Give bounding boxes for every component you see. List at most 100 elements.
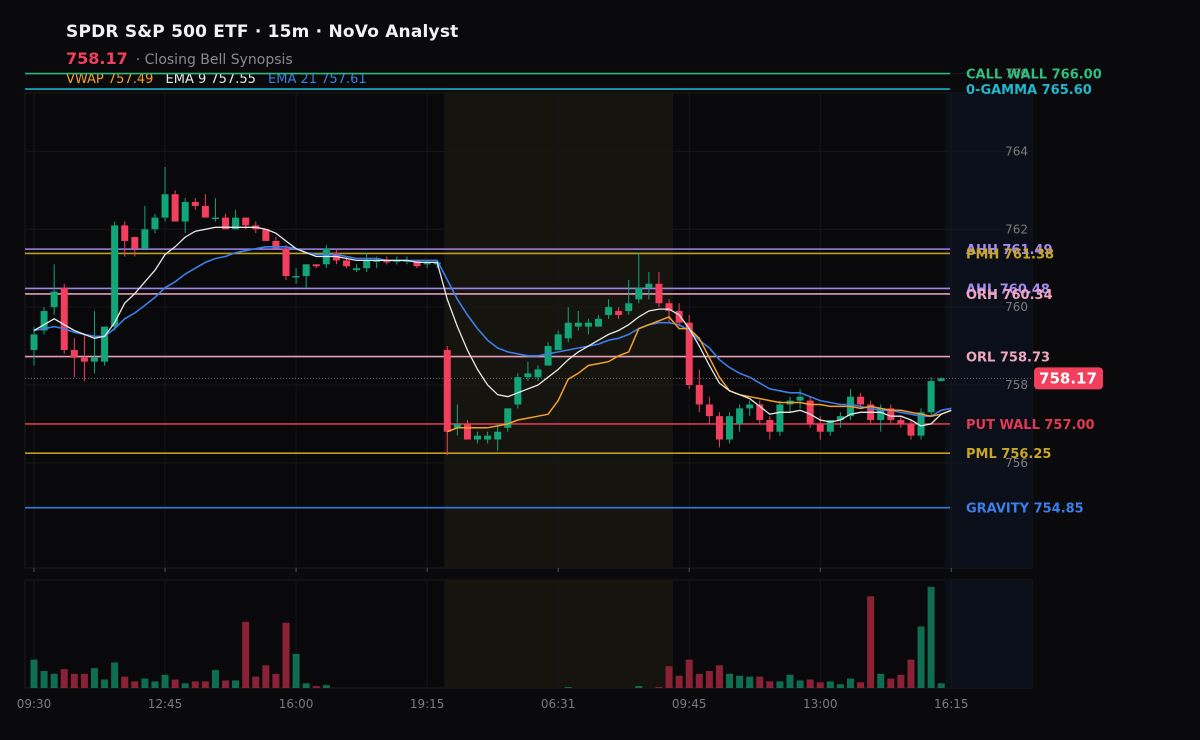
candle-body [292, 275, 300, 278]
x-tick-label: 06:31 [541, 697, 576, 711]
volume-bar [705, 670, 713, 688]
candle-body [544, 346, 552, 366]
candle-body [70, 349, 78, 358]
volume-bar [262, 665, 270, 688]
volume-bar [40, 670, 48, 688]
candle-body [211, 217, 219, 220]
candle-body [594, 318, 602, 327]
level-label: ORL 758.73 [966, 351, 1050, 366]
volume-bar [776, 681, 784, 688]
candle-body [524, 373, 532, 378]
candle-body [141, 229, 149, 249]
volume-bar [272, 673, 280, 688]
volume-bar [90, 668, 98, 688]
volume-bar [151, 681, 159, 688]
candle-body [796, 396, 804, 401]
candle-body [615, 311, 623, 315]
candle-body [514, 377, 522, 405]
volume-bar [191, 681, 199, 688]
candle-body [605, 307, 613, 315]
candle-body [463, 423, 471, 440]
volume-bar [726, 673, 734, 688]
x-tick-label: 12:45 [148, 697, 183, 711]
level-label: PUT WALL 757.00 [966, 418, 1095, 433]
candle-body [564, 322, 572, 339]
candle-body [736, 408, 744, 424]
volume-bar [141, 678, 149, 688]
volume-bar [222, 680, 230, 688]
volume-bar [111, 662, 119, 688]
volume-bar [121, 676, 129, 688]
candle-body [907, 423, 915, 436]
volume-bar [50, 673, 58, 688]
candle-body [484, 435, 492, 440]
candle-body [695, 385, 703, 405]
candle-body [635, 287, 643, 300]
candle-body [111, 225, 119, 327]
volume-bar [685, 659, 693, 688]
volume-bar [746, 676, 754, 688]
candle-body [171, 194, 179, 222]
volume-bar [252, 676, 260, 688]
candle-body [645, 283, 653, 288]
candle-body [50, 291, 58, 308]
volume-bar [211, 670, 219, 688]
candle-body [474, 435, 482, 440]
future-zone [945, 93, 1032, 568]
candle-body [726, 416, 734, 440]
candle-body [131, 237, 139, 249]
volume-bar [897, 674, 905, 688]
volume-bar [766, 681, 774, 688]
price-tag-label: 758.17 [1039, 369, 1097, 387]
candle-body [494, 431, 502, 440]
y-tick-label: 762 [1005, 222, 1028, 236]
candle-body [857, 396, 865, 405]
candle-body [584, 322, 592, 327]
candle-body [282, 248, 290, 276]
candle-body [937, 378, 945, 382]
volume-bar [736, 675, 744, 688]
volume-bar [101, 679, 109, 688]
x-tick-label: 13:00 [803, 697, 838, 711]
candle-body [534, 369, 542, 378]
level-label: PMH 761.38 [966, 247, 1054, 262]
candle-body [151, 217, 159, 230]
volume-bar [60, 669, 68, 688]
price-chart[interactable]: 75675876076276476609:30 12:45 16:00 19:15 06… [0, 0, 1200, 740]
candle-body [766, 420, 774, 432]
volume-bar [857, 682, 865, 688]
level-label: CALL WALL 766.00 [966, 68, 1102, 83]
volume-bar [655, 687, 663, 688]
candle-body [191, 202, 199, 206]
candle-body [353, 268, 361, 271]
candle-body [161, 194, 169, 218]
level-label: PML 756.25 [966, 447, 1051, 462]
volume-bar [887, 678, 895, 688]
volume-bar [806, 679, 814, 688]
x-tick-label: 09:30 [17, 697, 52, 711]
volume-bar [927, 586, 935, 688]
candle-body [655, 283, 663, 304]
candle-body [363, 260, 371, 269]
x-tick-label: 16:15 [934, 697, 969, 711]
candle-body [181, 202, 189, 222]
candle-body [302, 264, 310, 276]
volume-bar [161, 674, 169, 688]
candle-body [715, 416, 723, 440]
volume-bar [292, 653, 300, 688]
candle-body [201, 205, 209, 218]
candle-body [242, 217, 250, 226]
volume-bar [917, 626, 925, 688]
candle-body [574, 322, 582, 327]
volume-bar [756, 676, 764, 688]
candle-body [80, 357, 88, 362]
x-tick-label: 19:15 [410, 697, 445, 711]
candle-body [776, 404, 784, 432]
y-tick-label: 758 [1005, 378, 1028, 392]
candle-body [90, 357, 98, 362]
candle-body [262, 229, 270, 241]
volume-bar [70, 673, 78, 688]
candle-body [121, 225, 129, 241]
volume-bar [30, 659, 38, 688]
volume-bar [312, 686, 320, 688]
